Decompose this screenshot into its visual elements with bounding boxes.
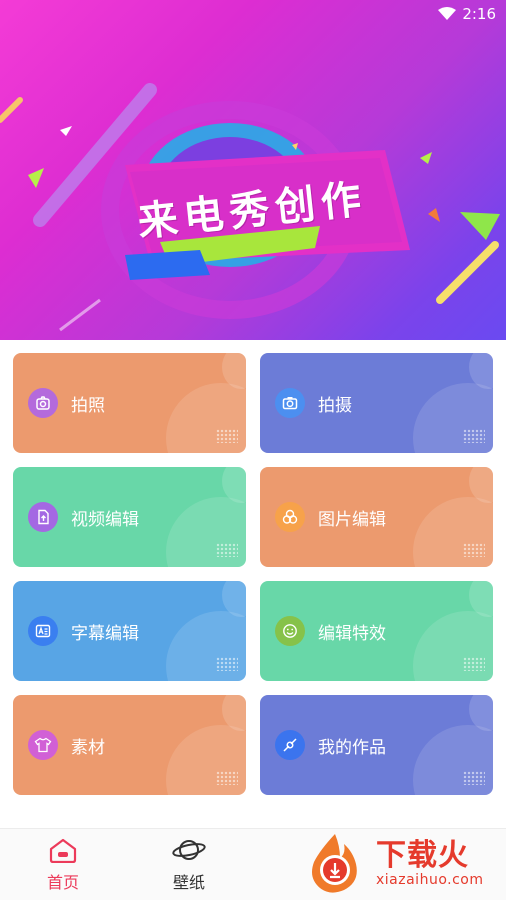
status-bar: 2:16 (0, 0, 506, 28)
flame-logo-icon (312, 834, 357, 893)
wifi-icon (438, 7, 457, 20)
nav-label-wallpaper: 壁纸 (172, 873, 205, 892)
card-dots (463, 543, 485, 557)
nav-item-home[interactable]: 首页 (23, 837, 103, 893)
watermark-site: xiazaihuo.com (376, 872, 484, 888)
file-upload-icon (28, 502, 58, 532)
nav-label-home: 首页 (46, 873, 79, 892)
card-dots (463, 429, 485, 443)
planet-icon (172, 840, 206, 860)
compass-icon (275, 730, 305, 760)
feature-label: 拍摄 (318, 395, 352, 416)
watermark-logo: 下载火 xiazaihuo.com (300, 828, 506, 900)
camera-icon (275, 388, 305, 418)
feature-label: 拍照 (71, 395, 105, 416)
nav-item-wallpaper[interactable]: 壁纸 (149, 837, 229, 893)
feature-card-my-works[interactable]: 我的作品 (260, 695, 493, 795)
home-icon (49, 838, 77, 863)
feature-card-subtitle-edit[interactable]: 字幕编辑 (13, 581, 246, 681)
card-dots (216, 543, 238, 557)
feature-label: 编辑特效 (318, 623, 386, 644)
feature-label: 我的作品 (318, 737, 386, 758)
card-dots (216, 429, 238, 443)
feature-card-photo[interactable]: 拍照 (13, 353, 246, 453)
status-time: 2:16 (462, 5, 496, 23)
feature-label: 图片编辑 (318, 509, 386, 530)
feature-card-effects[interactable]: 编辑特效 (260, 581, 493, 681)
feature-card-video-edit[interactable]: 视频编辑 (13, 467, 246, 567)
feature-grid: 拍照 拍摄 视频编辑 图片编辑 字幕编辑 编辑特效 素材 我的作品 (13, 353, 493, 795)
feature-label: 字幕编辑 (71, 623, 139, 644)
feature-label: 素材 (71, 737, 105, 758)
feature-label: 视频编辑 (71, 509, 139, 530)
banner-artwork (0, 83, 500, 332)
camera-plus-icon (28, 388, 58, 418)
banner[interactable]: 来电秀创作 (0, 0, 506, 340)
feature-card-shoot[interactable]: 拍摄 (260, 353, 493, 453)
watermark-title: 下载火 (376, 838, 469, 873)
card-dots (216, 771, 238, 785)
feature-card-image-edit[interactable]: 图片编辑 (260, 467, 493, 567)
card-dots (216, 657, 238, 671)
circles-icon (275, 502, 305, 532)
card-dots (463, 657, 485, 671)
shirt-icon (28, 730, 58, 760)
text-box-icon (28, 616, 58, 646)
smile-icon (275, 616, 305, 646)
card-dots (463, 771, 485, 785)
feature-card-materials[interactable]: 素材 (13, 695, 246, 795)
